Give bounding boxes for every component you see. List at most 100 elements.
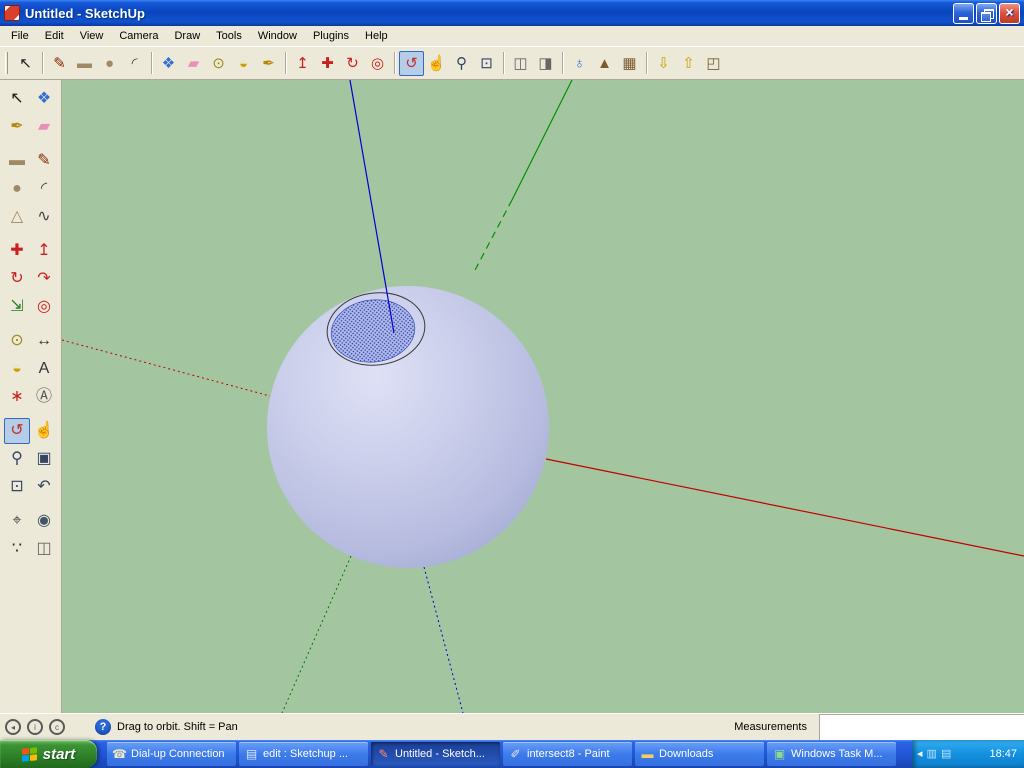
menu-tools[interactable]: Tools bbox=[208, 28, 250, 44]
menu-plugins[interactable]: Plugins bbox=[305, 28, 357, 44]
axis-green[interactable] bbox=[511, 80, 573, 201]
task-button[interactable]: ▬ Downloads bbox=[635, 742, 764, 766]
toolbar-separator bbox=[285, 52, 286, 74]
menu-camera[interactable]: Camera bbox=[111, 28, 166, 44]
tool-freehand-button[interactable]: ∿ bbox=[31, 204, 57, 230]
restore-button[interactable] bbox=[976, 2, 997, 24]
toolbar-separator bbox=[42, 52, 43, 74]
axis-blue-negative[interactable] bbox=[423, 566, 464, 713]
tool-rotate-button[interactable]: ↻ bbox=[340, 51, 365, 76]
tool-orbit-button[interactable]: ↺ bbox=[399, 50, 424, 76]
viewport[interactable] bbox=[62, 80, 1024, 713]
system-tray: ◂ ▥ ▤ 18:47 bbox=[912, 740, 1024, 768]
tool-protractor-button[interactable]: ◒ bbox=[4, 356, 30, 382]
toolbar-handle[interactable] bbox=[5, 52, 8, 74]
tool-axes-button[interactable]: ∗ bbox=[4, 384, 30, 410]
tool-select-button[interactable]: ↖ bbox=[13, 51, 38, 76]
tool-share-component-button[interactable]: ◰ bbox=[701, 51, 726, 76]
tool-add-location-button[interactable]: ♁ bbox=[567, 51, 592, 76]
tool-previous-button[interactable]: ↶ bbox=[31, 474, 57, 500]
tool-move-button[interactable]: ✚ bbox=[315, 51, 340, 76]
start-button[interactable]: start bbox=[0, 740, 97, 768]
menu-file[interactable]: File bbox=[3, 28, 37, 44]
tool-push-pull-button[interactable]: ↥ bbox=[31, 238, 57, 264]
axis-green-inference[interactable] bbox=[473, 199, 513, 273]
tray-chevron-icon[interactable]: ◂ bbox=[917, 748, 923, 760]
tool-tape-measure-button[interactable]: ⊙ bbox=[4, 328, 30, 354]
status-circle-3[interactable]: c bbox=[49, 719, 65, 735]
tool-paint-bucket-button[interactable]: ✒ bbox=[4, 114, 30, 140]
menu-window[interactable]: Window bbox=[250, 28, 305, 44]
tool-make-component-button[interactable]: ❖ bbox=[156, 51, 181, 76]
tool-protractor-button[interactable]: ◒ bbox=[231, 51, 256, 76]
display-icon[interactable]: ▤ bbox=[941, 748, 951, 760]
tool-zoom-extents-button[interactable]: ⊡ bbox=[474, 51, 499, 76]
tool-line-button[interactable]: ✎ bbox=[47, 51, 72, 76]
task-button[interactable]: ☎ Dial-up Connection bbox=[107, 742, 236, 766]
measurements-box[interactable] bbox=[819, 714, 1024, 740]
tool-zoom-button[interactable]: ⚲ bbox=[4, 446, 30, 472]
menu-edit[interactable]: Edit bbox=[37, 28, 72, 44]
tool-dimension-button[interactable]: ↔ bbox=[31, 328, 57, 354]
tool-zoom-extents-button[interactable]: ⊡ bbox=[4, 474, 30, 500]
axis-green-negative[interactable] bbox=[281, 555, 352, 713]
tool-rotate-button[interactable]: ↻ bbox=[4, 266, 30, 292]
tool-eraser-button[interactable]: ▰ bbox=[181, 51, 206, 76]
axis-red-negative[interactable] bbox=[62, 339, 271, 397]
tool-section-display-button[interactable]: ◨ bbox=[533, 51, 558, 76]
tool-toggle-terrain-button[interactable]: ▲ bbox=[592, 51, 617, 76]
task-button[interactable]: ✎ Untitled - Sketch... bbox=[371, 742, 500, 766]
tool-offset-button[interactable]: ◎ bbox=[31, 294, 57, 320]
network-icon[interactable]: ▥ bbox=[927, 748, 937, 760]
tool-position-camera-button[interactable]: ⌖ bbox=[4, 508, 30, 534]
tool-offset-button[interactable]: ◎ bbox=[365, 51, 390, 76]
tool-circle-button[interactable]: ● bbox=[4, 176, 30, 202]
tool-make-component-button[interactable]: ❖ bbox=[31, 86, 57, 112]
tool-section-plane-button[interactable]: ◫ bbox=[31, 536, 57, 562]
titlebar[interactable]: Untitled - SketchUp bbox=[0, 0, 1024, 26]
tool-circle-button[interactable]: ● bbox=[97, 51, 122, 76]
tool-rectangle-button[interactable]: ▬ bbox=[4, 148, 30, 174]
tool-orbit-button[interactable]: ↺ bbox=[4, 418, 30, 444]
tool-zoom-button[interactable]: ⚲ bbox=[449, 51, 474, 76]
axis-red[interactable] bbox=[545, 458, 1024, 557]
tool-3d-text-button[interactable]: Ⓐ bbox=[31, 384, 57, 410]
tool-polygon-button[interactable]: △ bbox=[4, 204, 30, 230]
tool-text-button[interactable]: A bbox=[31, 356, 57, 382]
close-button[interactable] bbox=[999, 2, 1020, 24]
tool-pan-button[interactable]: ☝ bbox=[31, 418, 57, 444]
help-icon[interactable]: ? bbox=[95, 719, 111, 735]
tool-arc-button[interactable]: ◜ bbox=[31, 176, 57, 202]
tool-rectangle-button[interactable]: ▬ bbox=[72, 51, 97, 76]
menu-view[interactable]: View bbox=[72, 28, 112, 44]
tool-zoom-window-button[interactable]: ▣ bbox=[31, 446, 57, 472]
task-button[interactable]: ✐ intersect8 - Paint bbox=[503, 742, 632, 766]
tool-line-button[interactable]: ✎ bbox=[31, 148, 57, 174]
tool-select-button[interactable]: ↖ bbox=[4, 86, 30, 112]
tool-eraser-button[interactable]: ▰ bbox=[31, 114, 57, 140]
tool-push-pull-button[interactable]: ↥ bbox=[290, 51, 315, 76]
task-button[interactable]: ▤ edit : Sketchup ... bbox=[239, 742, 368, 766]
minimize-button[interactable] bbox=[953, 2, 974, 24]
tool-arc-button[interactable]: ◜ bbox=[122, 51, 147, 76]
tool-pan-button[interactable]: ☝ bbox=[424, 51, 449, 76]
palette-row: ↺ ☝ bbox=[4, 418, 57, 444]
tool-paint-bucket-button[interactable]: ✒ bbox=[256, 51, 281, 76]
tool-tape-measure-button[interactable]: ⊙ bbox=[206, 51, 231, 76]
menu-help[interactable]: Help bbox=[357, 28, 396, 44]
menu-draw[interactable]: Draw bbox=[166, 28, 208, 44]
tool-scale-button[interactable]: ⇲ bbox=[4, 294, 30, 320]
tool-move-button[interactable]: ✚ bbox=[4, 238, 30, 264]
tool-look-around-button[interactable]: ◉ bbox=[31, 508, 57, 534]
status-circle-2[interactable]: i bbox=[27, 719, 43, 735]
tool-share-model-button[interactable]: ⇧ bbox=[676, 51, 701, 76]
tool-follow-me-button[interactable]: ↷ bbox=[31, 266, 57, 292]
tool-photo-textures-button[interactable]: ▦ bbox=[617, 51, 642, 76]
tool-walk-button[interactable]: ∵ bbox=[4, 536, 30, 562]
tool-section-plane-button[interactable]: ◫ bbox=[508, 51, 533, 76]
tool-get-models-button[interactable]: ⇩ bbox=[651, 51, 676, 76]
model-canvas[interactable] bbox=[62, 80, 1024, 713]
status-circle-1[interactable]: ◂ bbox=[5, 719, 21, 735]
taskbar-clock[interactable]: 18:47 bbox=[989, 748, 1017, 760]
task-button[interactable]: ▣ Windows Task M... bbox=[767, 742, 896, 766]
